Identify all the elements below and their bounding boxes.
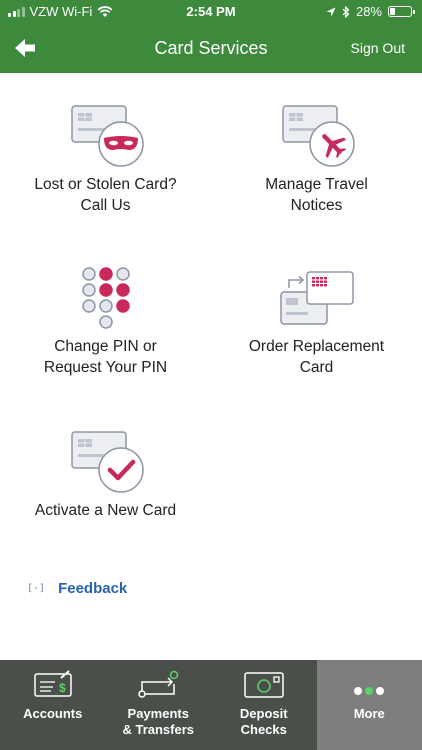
tab-accounts[interactable]: $ Accounts (0, 660, 106, 750)
tab-deposit-checks[interactable]: Deposit Checks (211, 660, 317, 750)
replacement-card-icon (279, 271, 354, 325)
travel-label-line2: Notices (290, 197, 343, 214)
check-icon-wrap (211, 670, 317, 702)
replacement-label: Order Replacement Card (211, 336, 422, 378)
location-icon (326, 7, 336, 16)
bluetooth-icon (342, 5, 350, 18)
feedback-label: Feedback (58, 580, 128, 597)
pin-label-line1: Change PIN or (54, 338, 157, 355)
tab-payments-transfers[interactable]: Payments & Transfers (106, 660, 212, 750)
tab-payments-label-line2: & Transfers (122, 722, 195, 737)
order-replacement-card-button[interactable]: Order Replacement Card (211, 266, 422, 378)
replacement-label-line2: Card (299, 359, 334, 376)
transfer-icon (138, 670, 179, 698)
pin-label-line2: Request Your PIN (43, 359, 168, 376)
card-plane-icon (281, 105, 355, 167)
accounts-icon: $ (34, 670, 72, 697)
lost-stolen-label-line1: Lost or Stolen Card? (34, 176, 177, 193)
feedback-link[interactable]: [-] Feedback (27, 580, 127, 597)
more-icon-wrap (317, 670, 422, 702)
tab-deposit-label-line1: Deposit (239, 706, 288, 721)
transfer-icon-wrap (106, 670, 212, 702)
battery-icon (388, 6, 415, 17)
tab-bar: $ Accounts Payments & Transfers Deposit … (0, 660, 422, 750)
tab-accounts-label: Accounts (23, 706, 83, 721)
manage-travel-notices-button[interactable]: Manage Travel Notices (211, 104, 422, 216)
svg-text:$: $ (59, 681, 66, 695)
more-dots-icon (354, 687, 385, 695)
card-thief-icon (70, 105, 144, 167)
tab-more[interactable]: More (316, 660, 422, 750)
travel-label: Manage Travel Notices (211, 174, 422, 216)
pin-keypad-icon (81, 267, 130, 329)
pin-label: Change PIN or Request Your PIN (0, 336, 211, 378)
travel-label-line1: Manage Travel (265, 176, 368, 193)
tab-deposit-label-line2: Checks (240, 722, 287, 737)
lost-stolen-card-button[interactable]: Lost or Stolen Card? Call Us (0, 104, 211, 216)
change-pin-button[interactable]: Change PIN or Request Your PIN (0, 266, 211, 378)
replacement-label-line1: Order Replacement (248, 338, 385, 355)
activate-card-button[interactable]: Activate a New Card (0, 430, 211, 521)
tab-deposit-label: Deposit Checks (211, 706, 317, 738)
sign-out-button[interactable]: Sign Out (351, 40, 405, 56)
tab-payments-label-line1: Payments (127, 706, 189, 721)
nav-bar: Card Services Sign Out (0, 24, 422, 73)
status-bar: VZW Wi-Fi 2:54 PM 28% (0, 0, 422, 24)
check-icon (244, 672, 284, 698)
lost-stolen-label-line2: Call Us (80, 197, 131, 214)
card-check-icon (70, 431, 144, 493)
app-header: VZW Wi-Fi 2:54 PM 28% Card Services Sign… (0, 0, 422, 73)
feedback-icon: [-] (27, 583, 46, 594)
activate-label-line1: Activate a New Card (34, 502, 177, 519)
status-right: 28% (326, 4, 415, 19)
activate-label: Activate a New Card (0, 500, 211, 521)
accounts-icon-wrap: $ (0, 670, 106, 702)
tab-more-label: More (353, 706, 385, 721)
tab-payments-label: Payments & Transfers (106, 706, 212, 738)
lost-stolen-label: Lost or Stolen Card? Call Us (0, 174, 211, 216)
battery-percent: 28% (355, 4, 382, 19)
